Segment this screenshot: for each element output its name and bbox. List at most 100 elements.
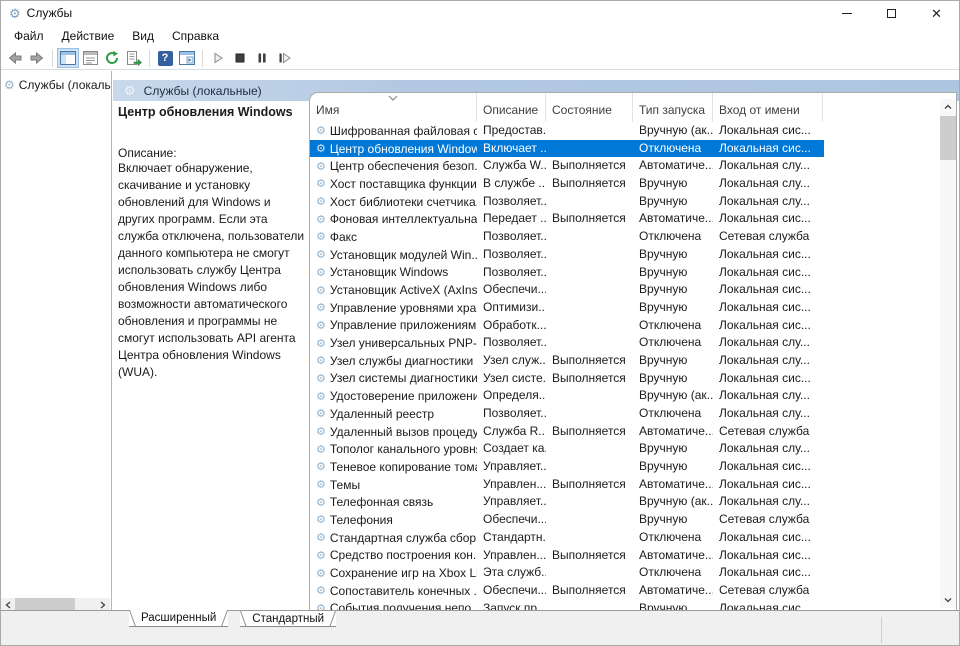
service-row[interactable]: ⚙Удостоверение приложения Определя... Вр… <box>310 387 824 405</box>
column-header-description[interactable]: Описание <box>477 93 546 122</box>
service-name-cell: ⚙Удаленный вызов процеду... <box>310 423 477 441</box>
menu-help[interactable]: Справка <box>163 27 228 45</box>
service-row[interactable]: ⚙Факс Позволяет... Отключена Сетевая слу… <box>310 228 824 246</box>
service-name-cell: ⚙Сопоставитель конечных ... <box>310 582 477 600</box>
service-description-cell: Стандартн... <box>477 529 546 547</box>
tree-item-services-local[interactable]: ⚙ Службы (локальные) <box>1 78 111 92</box>
service-row[interactable]: ⚙Узел системы диагностики Узел систе... … <box>310 370 824 388</box>
service-row[interactable]: ⚙Установщик модулей Win... Позволяет... … <box>310 246 824 264</box>
column-header-name[interactable]: Имя <box>310 93 477 122</box>
services-list-panel: Имя Описание Состояние Тип запуска Вход … <box>309 92 957 611</box>
service-name-cell: ⚙Телефония <box>310 511 477 529</box>
service-startup-type-cell: Вручную <box>633 193 713 211</box>
service-row[interactable]: ⚙Узел универсальных PNP-... Позволяет...… <box>310 334 824 352</box>
service-row[interactable]: ⚙Установщик Windows Позволяет... Вручную… <box>310 264 824 282</box>
help-button[interactable]: ? <box>154 48 176 68</box>
status-bar-divider <box>881 617 882 643</box>
restart-service-button[interactable] <box>273 48 295 68</box>
start-service-button[interactable] <box>207 48 229 68</box>
toolbar-separator <box>202 50 203 67</box>
menu-action[interactable]: Действие <box>53 27 124 45</box>
service-description-cell: Позволяет... <box>477 246 546 264</box>
service-row[interactable]: ⚙Телефония Обеспечи... Вручную Сетевая с… <box>310 511 824 529</box>
service-description-cell: Узел служ... <box>477 352 546 370</box>
arrow-right-icon <box>29 50 45 66</box>
service-logon-cell: Сетевая служба <box>713 511 823 529</box>
scroll-up-icon[interactable] <box>940 99 956 115</box>
column-header-status[interactable]: Состояние <box>546 93 633 122</box>
view-tabstrip: Расширенный Стандартный <box>113 611 959 628</box>
service-row[interactable]: ⚙Центр обновления Windows Включает ... О… <box>310 140 824 158</box>
menu-file[interactable]: Файл <box>5 27 53 45</box>
service-startup-type-cell: Вручную <box>633 458 713 476</box>
service-name-cell: ⚙Шифрованная файловая с... <box>310 122 477 140</box>
service-row[interactable]: ⚙Средство построения кон... Управлен... … <box>310 547 824 565</box>
service-row[interactable]: ⚙Сохранение игр на Xbox Li... Эта служб.… <box>310 564 824 582</box>
pause-icon <box>255 51 269 65</box>
service-startup-type-cell: Вручную (ак... <box>633 387 713 405</box>
export-list-button[interactable] <box>123 48 145 68</box>
back-button[interactable] <box>4 48 26 68</box>
list-vertical-scrollbar[interactable] <box>940 99 956 608</box>
service-name-cell: ⚙Телефонная связь <box>310 493 477 511</box>
service-row[interactable]: ⚙Теневое копирование тома Управляет... В… <box>310 458 824 476</box>
service-row[interactable]: ⚙Управление уровнями хра... Оптимизи... … <box>310 299 824 317</box>
service-name-cell: ⚙Установщик Windows <box>310 264 477 282</box>
tab-standard[interactable]: Стандартный <box>240 611 336 627</box>
column-header-logon-as[interactable]: Вход от имени <box>713 93 823 122</box>
service-status-cell <box>546 299 633 317</box>
service-row[interactable]: ⚙Удаленный вызов процеду... Служба R... … <box>310 423 824 441</box>
service-row[interactable]: ⚙События получения непо... Запуск пр... … <box>310 600 824 610</box>
service-row[interactable]: ⚙Центр обеспечения безоп... Служба W... … <box>310 157 824 175</box>
service-row[interactable]: ⚙Стандартная служба сбор... Стандартн...… <box>310 529 824 547</box>
properties-button[interactable] <box>79 48 101 68</box>
stop-icon <box>233 51 247 65</box>
service-row[interactable]: ⚙Фоновая интеллектуальна... Передает ...… <box>310 210 824 228</box>
column-header-startup-type[interactable]: Тип запуска <box>633 93 713 122</box>
service-description-cell: Управлен... <box>477 476 546 494</box>
close-button[interactable]: ✕ <box>914 1 959 25</box>
service-row[interactable]: ⚙Шифрованная файловая с... Предостав... … <box>310 122 824 140</box>
service-name-cell: ⚙Узел системы диагностики <box>310 370 477 388</box>
show-console-tree-button[interactable] <box>57 48 79 68</box>
service-logon-cell: Сетевая служба <box>713 423 823 441</box>
show-action-pane-button[interactable] <box>176 48 198 68</box>
service-gear-icon: ⚙ <box>316 213 326 226</box>
stop-service-button[interactable] <box>229 48 251 68</box>
maximize-button[interactable] <box>869 1 914 25</box>
service-row[interactable]: ⚙Хост библиотеки счетчика... Позволяет..… <box>310 193 824 211</box>
service-row[interactable]: ⚙Узел службы диагностики Узел служ... Вы… <box>310 352 824 370</box>
service-row[interactable]: ⚙Телефонная связь Управляет... Вручную (… <box>310 493 824 511</box>
forward-button[interactable] <box>26 48 48 68</box>
service-row[interactable]: ⚙Установщик ActiveX (AxIns... Обеспечи..… <box>310 281 824 299</box>
menu-view[interactable]: Вид <box>123 27 163 45</box>
toolbar-separator <box>52 50 53 67</box>
help-icon: ? <box>158 51 173 66</box>
minimize-button[interactable] <box>824 1 869 25</box>
service-name-cell: ⚙События получения непо... <box>310 600 477 610</box>
service-logon-cell: Сетевая служба <box>713 228 823 246</box>
list-scrollbar-thumb[interactable] <box>940 116 956 160</box>
service-row[interactable]: ⚙Управление приложениями Обработк... Отк… <box>310 317 824 335</box>
service-row[interactable]: ⚙Удаленный реестр Позволяет... Отключена… <box>310 405 824 423</box>
service-logon-cell: Локальная сис... <box>713 370 823 388</box>
refresh-button[interactable] <box>101 48 123 68</box>
service-gear-icon: ⚙ <box>316 513 326 526</box>
service-gear-icon: ⚙ <box>316 142 326 155</box>
service-name-cell: ⚙Удаленный реестр <box>310 405 477 423</box>
service-logon-cell: Локальная слу... <box>713 387 823 405</box>
service-logon-cell: Локальная сис... <box>713 140 823 158</box>
service-gear-icon: ⚙ <box>316 124 326 137</box>
service-row[interactable]: ⚙Сопоставитель конечных ... Обеспечи... … <box>310 582 824 600</box>
service-gear-icon: ⚙ <box>316 266 326 279</box>
tab-extended[interactable]: Расширенный <box>129 610 228 627</box>
service-row[interactable]: ⚙Хост поставщика функции... В службе ...… <box>310 175 824 193</box>
service-description-cell: Передает ... <box>477 210 546 228</box>
service-row[interactable]: ⚙Тополог канального уровня Создает ка...… <box>310 440 824 458</box>
service-row[interactable]: ⚙Темы Управлен... Выполняется Автоматиче… <box>310 476 824 494</box>
scroll-down-icon[interactable] <box>940 592 956 608</box>
service-logon-cell: Локальная сис... <box>713 547 823 565</box>
service-name-cell: ⚙Управление приложениями <box>310 317 477 335</box>
service-logon-cell: Локальная сис... <box>713 317 823 335</box>
pause-service-button[interactable] <box>251 48 273 68</box>
